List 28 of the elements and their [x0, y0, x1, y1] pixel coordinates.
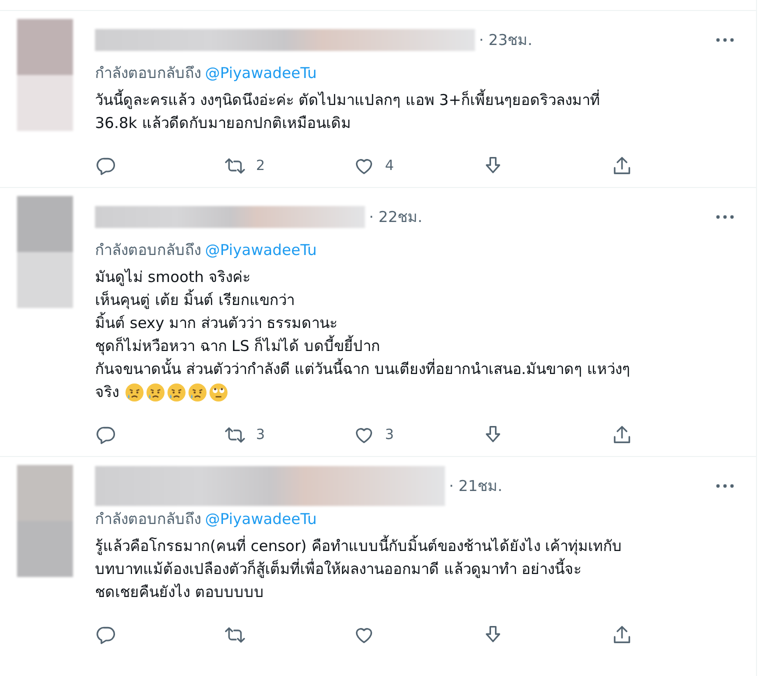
timestamp[interactable]: · 21ชม.: [449, 474, 502, 498]
like-count: 3: [385, 427, 394, 443]
like-count: 4: [385, 158, 394, 174]
share-icon[interactable]: [611, 155, 633, 177]
share-icon[interactable]: [611, 624, 633, 646]
retweet-count: 2: [256, 158, 265, 174]
reply-icon[interactable]: [95, 155, 117, 177]
replying-to-label: กำลังตอบกลับถึง: [95, 510, 201, 528]
tweet-text: จริง: [95, 382, 119, 403]
timestamp[interactable]: · 23ชม.: [479, 28, 532, 52]
replying-to-label: กำลังตอบกลับถึง: [95, 64, 201, 82]
crying-face-icon: [167, 383, 186, 402]
crying-face-icon: [188, 383, 207, 402]
crying-face-icon: [146, 383, 165, 402]
crying-face-icon: [125, 383, 144, 402]
replying-to-label: กำลังตอบกลับถึง: [95, 241, 201, 259]
more-icon[interactable]: [716, 38, 734, 42]
tweet-text: รู้แล้วคือโกรธมาก(คนที่ censor) คือทำแบบนี้กับมิ้นต์ของช้านได้ยังไง เค้าทุ่มเทกับ บทบาทแม้ต้องเปลืองตัวก็สู้เต็มที่เพื่อให้ผลงานออกมาดี แล้วดูมาทำ อย่างนี้จะ ชดเชยคืนยังไง ตอบบบบบ: [95, 535, 624, 603]
more-icon[interactable]: [716, 215, 734, 219]
tweet-text: วันนี้ดูละครแล้ว งงๆนิดนึงอ่ะค่ะ ตัดไปมาแปลกๆ แอพ 3+ก็เพี้ยนๆยอดริวลงมาที่ 36.8k แล้วดีดกับมายอกปกติเหมือนเดิม: [95, 89, 602, 134]
timestamp[interactable]: · 22ชม.: [369, 205, 422, 229]
eye-roll-face-icon: [209, 383, 228, 402]
tweet-text: มันดูไม่ smooth จริงค่ะ เห็นคุนตู่ เต้ย มิ้นต์ เรียกแขกว่า มิ้นต์ sexy มาก ส่วนตัวว่า ธรรมดานะ ชุดก็ไม่หวือหวา ฉาก LS ก็ไม่ได้ บดบี้ขยี้ปาก กันจขนาดนั้น ส่วนตัวว่ากำลังดี แต่วันนี้ฉาก บนเตียงที่อยากนำเสนอ.มันขาดๆ แหว่งๆ: [95, 267, 631, 380]
more-icon[interactable]: [716, 484, 734, 488]
share-icon[interactable]: [611, 424, 633, 446]
reply-icon[interactable]: [95, 424, 117, 446]
retweet-count: 3: [256, 427, 265, 443]
reply-icon[interactable]: [95, 624, 117, 646]
